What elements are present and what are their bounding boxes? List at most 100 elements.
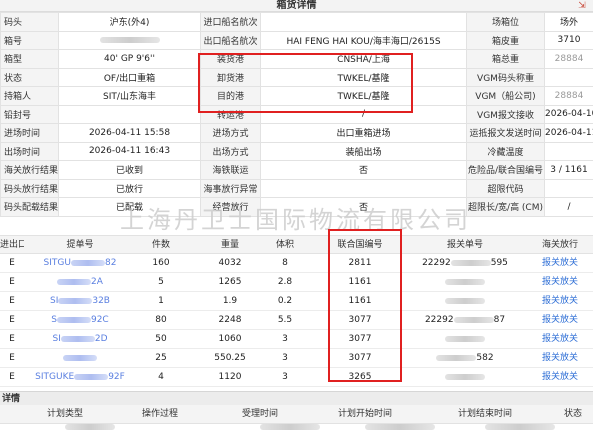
cell-un-number: 1161 <box>348 277 372 287</box>
cell-volume: 3 <box>282 353 288 363</box>
cell-volume: 5.5 <box>277 315 293 325</box>
plan-title-text: 详情 <box>2 394 21 404</box>
col-release: 海关放行 <box>541 240 578 250</box>
detail-label: 海铁联运 <box>200 160 261 180</box>
cell-io: E <box>9 334 15 344</box>
col-accept-time: 受理时间 <box>241 409 278 419</box>
cell-weight: 1120 <box>218 372 242 382</box>
plan-table-header: 计划类型 操作过程 受理时间 计划开始时间 计划结束时间 状态 <box>0 405 593 424</box>
decl-suffix: 582 <box>476 353 494 363</box>
col-status: 状态 <box>563 409 582 419</box>
cell-weight: 2248 <box>218 315 242 325</box>
cell-qty: 50 <box>155 334 167 344</box>
cell-volume: 8 <box>282 258 288 268</box>
col-operation: 操作过程 <box>141 409 178 419</box>
col-plan-start: 计划开始时间 <box>337 409 392 419</box>
detail-value: TWKEL/基隆 <box>260 86 467 106</box>
customs-release-link[interactable]: 报关放关 <box>530 368 590 387</box>
detail-value: / <box>544 197 593 217</box>
detail-value: TWKEL/基隆 <box>260 67 467 87</box>
detail-label: 超限长/宽/高 (CM) <box>466 197 545 217</box>
cell-declaration <box>415 330 515 349</box>
cell-io: E <box>9 296 15 306</box>
detail-label: 铅封号 <box>0 104 59 124</box>
detail-label: 危险品/联合国编号 <box>466 160 545 180</box>
cell-io: E <box>9 353 15 363</box>
redacted-block <box>99 36 160 43</box>
detail-label: 状态 <box>0 67 59 87</box>
bl-suffix: 92C <box>90 315 109 325</box>
cargo-table-header: 进出口 提单号 件数 重量 体积 联合国编号 报关单号 海关放行 <box>0 235 593 254</box>
detail-label: 海事放行异常 <box>200 178 261 198</box>
customs-release-link[interactable]: 报关放关 <box>530 349 590 368</box>
detail-value: 场外 <box>544 12 593 32</box>
detail-value: / <box>260 104 467 124</box>
customs-release-link[interactable]: 报关放关 <box>530 311 590 330</box>
col-bl: 提单号 <box>66 240 94 250</box>
cell-bl[interactable]: SI 2D <box>35 330 125 349</box>
cell-volume: 3 <box>282 334 288 344</box>
customs-release-link[interactable]: 报关放关 <box>530 330 590 349</box>
redacted-block <box>445 335 485 342</box>
cell-bl[interactable]: S 92C <box>35 311 125 330</box>
detail-row: 箱号 出口船名航次 HAI FENG HAI KOU/海丰海口/2615S 箱皮… <box>0 30 593 50</box>
cell-un-number: 3265 <box>348 372 372 382</box>
cell-un-number: 3077 <box>348 315 372 325</box>
detail-row: 状态 OF/出口重箱 卸货港 TWKEL/基隆 VGM码头称重 <box>0 67 593 87</box>
detail-label: 进场方式 <box>200 123 261 143</box>
customs-release-link[interactable]: 报关放关 <box>530 273 590 292</box>
detail-label: 箱型 <box>0 49 59 69</box>
bl-suffix: 92F <box>108 372 125 382</box>
redacted-block <box>74 373 109 380</box>
cell-un-number: 2811 <box>348 258 372 268</box>
cell-io: E <box>9 277 15 287</box>
detail-value: 2026-04-11 15:09 <box>544 123 593 143</box>
detail-label: 码头放行结果 <box>0 178 59 198</box>
detail-row: 出场时间 2026-04-11 16:43 出场方式 装船出场 冷藏温度 <box>0 141 593 161</box>
container-number-value <box>58 30 201 50</box>
title-bar: 箱货详情 ⇲ <box>0 0 593 12</box>
customs-release-link[interactable]: 报关放关 <box>530 254 590 273</box>
cell-declaration: 582 <box>415 349 515 368</box>
cell-qty: 4 <box>158 372 164 382</box>
detail-label: 出场方式 <box>200 141 261 161</box>
cell-weight: 1.9 <box>222 296 238 306</box>
detail-row: 铅封号 转运港 / VGM报文接收 2026-04-10 09:23 <box>0 104 593 124</box>
cell-volume: 2.8 <box>277 277 293 287</box>
detail-value: 装船出场 <box>260 141 467 161</box>
cell-bl[interactable]: SITGU 82 <box>35 254 125 273</box>
col-weight: 重量 <box>220 240 239 250</box>
detail-row: 箱型 40' GP 9'6'' 装货港 CNSHA/上海 箱总重 28884 <box>0 49 593 69</box>
redacted-block <box>445 278 485 285</box>
detail-value: 3 / 1161 <box>544 160 593 180</box>
col-volume: 体积 <box>275 240 294 250</box>
decl-prefix: 22292 <box>422 258 451 268</box>
cell-bl[interactable]: SITGUKE 92F <box>35 368 125 387</box>
detail-row: 码头 沪东(外4) 进口船名航次 场箱位 场外 <box>0 12 593 32</box>
detail-label: 箱皮重 <box>466 30 545 50</box>
cell-bl[interactable]: 2A <box>35 273 125 292</box>
detail-value: 沪东(外4) <box>58 12 201 32</box>
col-decl: 报关单号 <box>446 240 483 250</box>
window-title: 箱货详情 <box>276 0 317 11</box>
cell-io: E <box>9 372 15 382</box>
detail-label: 箱号 <box>0 30 59 50</box>
bl-prefix: SITGUKE <box>35 372 75 382</box>
cell-declaration <box>415 368 515 387</box>
cargo-row: E 25 550.25 3 3077 582 报关放关 <box>0 349 593 368</box>
detail-value: 2026-04-11 16:43 <box>58 141 201 161</box>
detail-value: 已放行 <box>58 178 201 198</box>
cell-declaration <box>415 292 515 311</box>
detail-value <box>544 178 593 198</box>
detail-label: 码头 <box>0 12 59 32</box>
cell-declaration <box>415 273 515 292</box>
cell-bl[interactable] <box>35 349 125 368</box>
detail-label: 超限代码 <box>466 178 545 198</box>
customs-release-link[interactable]: 报关放关 <box>530 292 590 311</box>
export-icon[interactable]: ⇲ <box>577 1 587 11</box>
detail-value: 28884 <box>544 49 593 69</box>
detail-row: 海关放行结果 已收到 海铁联运 否 危险品/联合国编号 3 / 1161 <box>0 160 593 180</box>
cell-io: E <box>9 315 15 325</box>
detail-value: 出口重箱进场 <box>260 123 467 143</box>
cell-bl[interactable]: SI 32B <box>35 292 125 311</box>
